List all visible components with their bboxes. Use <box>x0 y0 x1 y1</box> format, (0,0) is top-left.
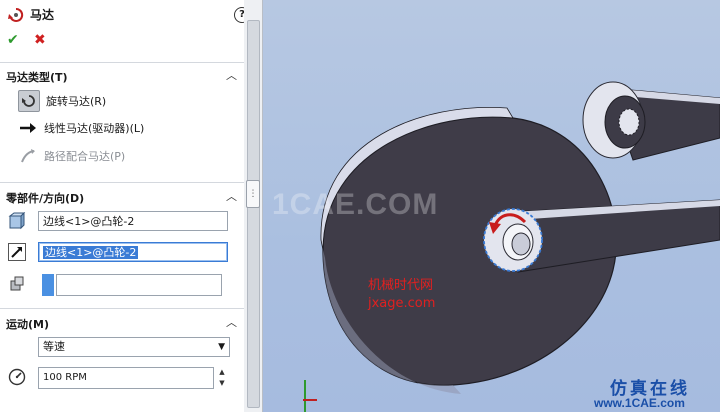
ok-button[interactable]: ✔ <box>7 32 19 48</box>
cancel-button[interactable]: ✖ <box>34 32 46 48</box>
speed-input[interactable]: 100 RPM <box>38 367 214 389</box>
motion-type-select[interactable]: 等速 ▼ <box>38 337 230 357</box>
watermark-1cae: 1CAE.COM <box>272 188 439 221</box>
motor-type-heading[interactable]: 马达类型(T) <box>6 69 68 85</box>
divider <box>0 182 244 183</box>
property-manager-panel: 马达 ? ✔ ✖ 马达类型(T) ︿ 旋转马达(R) 线性马达(驱动器)(L) … <box>0 0 245 412</box>
rotary-motor-option[interactable]: 旋转马达(R) <box>18 90 106 112</box>
component-direction-heading[interactable]: 零部件/方向(D) <box>6 190 84 206</box>
panel-collapse-handle[interactable]: ⋮ <box>246 180 260 208</box>
divider <box>0 308 244 309</box>
speed-stepper[interactable]: ▲ ▼ <box>214 367 230 389</box>
rotary-motor-icon <box>18 90 40 112</box>
component-to-move-icon <box>7 274 27 294</box>
scrollbar-thumb[interactable] <box>247 20 260 408</box>
path-mate-motor-label: 路径配合马达(P) <box>44 150 126 163</box>
motor-direction-value: 边线<1>@凸轮-2 <box>43 246 139 259</box>
motor-direction-icon[interactable] <box>7 242 27 262</box>
motor-location-field[interactable]: 边线<1>@凸轮-2 <box>38 211 228 231</box>
dropdown-arrow-icon: ▼ <box>218 342 225 352</box>
collapse-chevron-icon[interactable]: ︿ <box>226 67 237 83</box>
watermark-jxage: jxage.com <box>368 296 436 311</box>
panel-title: 马达 <box>8 6 54 23</box>
linear-motor-label: 线性马达(驱动器)(L) <box>44 122 145 135</box>
panel-title-text: 马达 <box>30 8 55 22</box>
panel-scrollbar[interactable]: ⋮ <box>244 0 263 412</box>
motor-location-icon <box>7 211 27 231</box>
component-to-move-field[interactable] <box>56 274 222 296</box>
component-color-swatch[interactable] <box>42 274 54 296</box>
path-mate-motor-option[interactable]: 路径配合马达(P) <box>18 146 125 166</box>
motor-icon <box>8 7 24 22</box>
linear-motor-option[interactable]: 线性马达(驱动器)(L) <box>18 118 144 138</box>
watermark-jxage-cn: 机械时代网 <box>368 278 434 293</box>
rotary-motor-label: 旋转马达(R) <box>46 95 107 108</box>
linear-motor-icon <box>18 118 38 138</box>
collapse-chevron-icon[interactable]: ︿ <box>226 314 237 330</box>
divider <box>0 62 244 63</box>
path-mate-motor-icon <box>18 146 38 166</box>
collapse-chevron-icon[interactable]: ︿ <box>226 188 237 204</box>
speed-gauge-icon <box>7 367 27 387</box>
watermark-www-1cae: www.1CAE.com <box>594 396 685 410</box>
motor-direction-field[interactable]: 边线<1>@凸轮-2 <box>38 242 228 262</box>
motion-type-value: 等速 <box>43 340 65 353</box>
motion-heading[interactable]: 运动(M) <box>6 316 49 332</box>
